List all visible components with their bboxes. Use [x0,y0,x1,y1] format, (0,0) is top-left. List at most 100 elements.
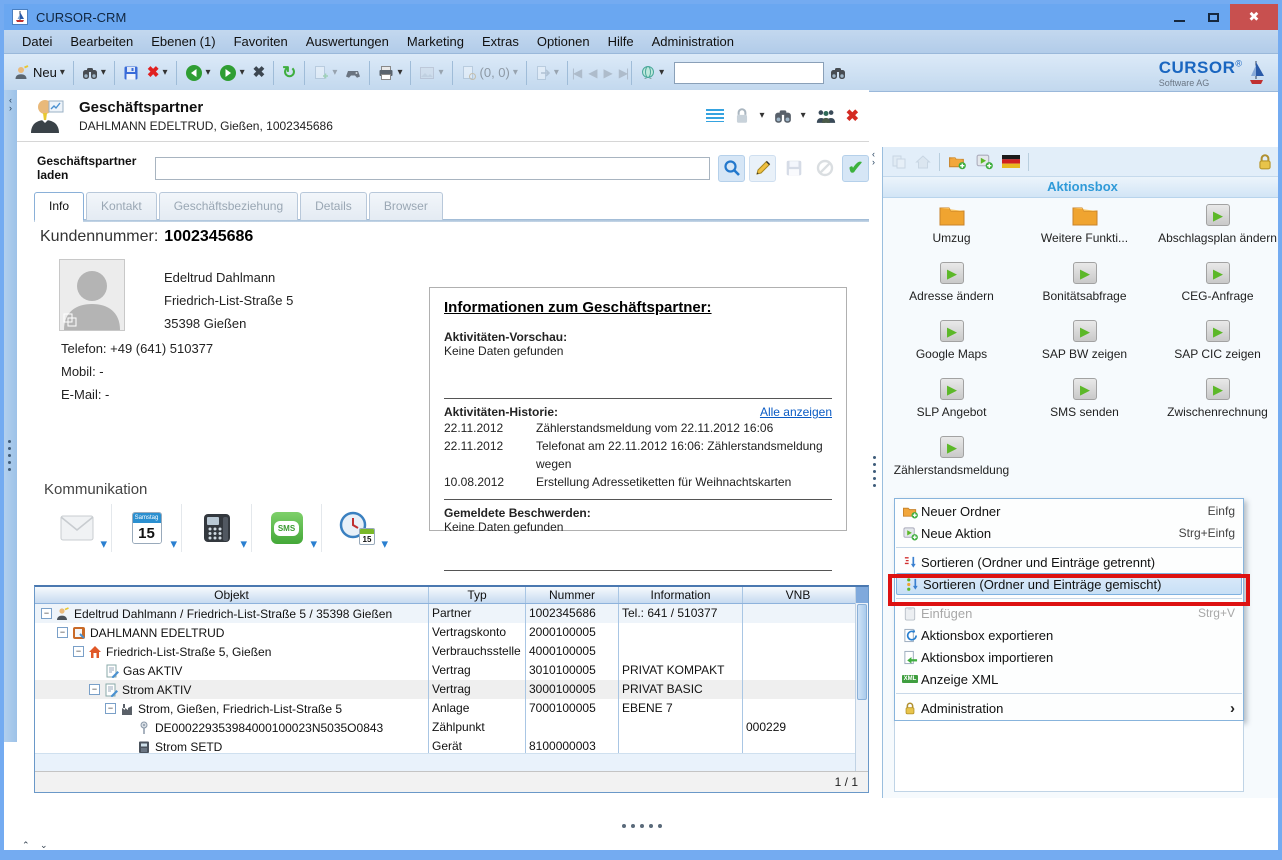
menu-item-sortieren-getrennt[interactable]: Sortieren (Ordner und Einträge getrennt) [895,551,1243,573]
menu-ebenen[interactable]: Ebenen (1) [143,31,223,52]
action-adresse-aendern[interactable]: ▶ Adresse ändern [885,262,1018,320]
tab-browser[interactable]: Browser [369,192,443,220]
table-vertical-scrollbar[interactable] [855,587,868,771]
refresh-button[interactable]: ↻ [278,59,300,87]
quicksearch-binoculars-icon[interactable] [830,65,846,81]
termin-dropdown-icon[interactable]: ▾ [170,536,177,552]
email-button[interactable]: ▾ [42,504,112,552]
col-vnb[interactable]: VNB [743,587,853,603]
clear-button[interactable]: ✖ [249,59,270,87]
search-dropdown-icon[interactable]: ▾ [101,68,106,78]
edit-button[interactable] [749,155,776,182]
list-menu-icon[interactable] [706,109,724,122]
menu-optionen[interactable]: Optionen [529,31,598,52]
quicksearch-scope-button[interactable]: ▾ [636,59,668,87]
loader-input[interactable] [155,157,711,180]
bottom-splitter-dots-icon[interactable] [622,824,662,828]
table-horizontal-scrollbar[interactable] [35,753,855,771]
back-dropdown-icon[interactable]: ▾ [206,68,211,78]
back-button[interactable]: ▾ [181,59,215,87]
col-typ[interactable]: Typ [429,587,526,603]
table-row[interactable]: DE000229353984000100023N5035O0843 Zählpu… [35,718,868,737]
telefon-dropdown-icon[interactable]: ▾ [240,536,247,552]
menu-item-anzeige-xml[interactable]: XML Anzeige XML [895,668,1243,690]
action-bonitaetsabfrage[interactable]: ▶ Bonitätsabfrage [1018,262,1151,320]
left-collapse-chevrons[interactable]: ‹› [6,96,15,112]
action-google-maps[interactable]: ▶ Google Maps [885,320,1018,378]
delete-button[interactable]: ✖ ▾ [143,59,172,87]
process-button[interactable] [341,59,365,87]
print-dropdown-icon[interactable]: ▾ [397,68,402,78]
action-sap-cic[interactable]: ▶ SAP CIC zeigen [1151,320,1282,378]
menu-administration[interactable]: Administration [644,31,742,52]
menu-item-aktionsbox-importieren[interactable]: Aktionsbox importieren [895,646,1243,668]
nav-last-icon[interactable]: ▶| [619,66,627,80]
cancel-edit-button[interactable] [811,155,838,182]
close-button[interactable]: ✖ [1230,4,1278,30]
telefon-button[interactable]: ▾ [182,504,252,552]
menu-item-aktionsbox-exportieren[interactable]: Aktionsbox exportieren [895,624,1243,646]
col-information[interactable]: Information [619,587,743,603]
action-sap-bw[interactable]: ▶ SAP BW zeigen [1018,320,1151,378]
quicksearch-dropdown-icon[interactable]: ▾ [659,68,664,78]
action-zwischenrechnung[interactable]: ▶ Zwischenrechnung [1151,378,1282,436]
scrollbar-thumb[interactable] [857,604,867,700]
collapse-expander-icon[interactable]: − [105,703,116,714]
nav-next-icon[interactable]: ▶ [604,66,611,80]
termin-button[interactable]: Samstag 15 ▾ [112,504,182,552]
collapse-expander-icon[interactable]: − [57,627,68,638]
col-nummer[interactable]: Nummer [526,587,619,603]
new-button[interactable]: Neu ▾ [10,59,69,87]
collapse-expander-icon[interactable]: − [41,608,52,619]
menu-item-neue-aktion[interactable]: Neue Aktion Strg+Einfg [895,522,1243,544]
coords-button[interactable]: (0, 0) ▾ [457,59,522,87]
home-icon[interactable] [915,154,931,170]
table-row[interactable]: − Strom, Gießen, Friedrich-List-Straße 5… [35,699,868,718]
table-row[interactable]: − Friedrich-List-Straße 5, Gießen Verbra… [35,642,868,661]
copy-entry-icon[interactable] [891,154,907,170]
export-button[interactable]: ▾ [531,59,563,87]
right-collapse-chevrons[interactable]: ‹› [872,150,875,166]
nav-first-icon[interactable]: |◀ [572,66,580,80]
new-dropdown-icon[interactable]: ▾ [60,68,65,78]
confirm-button[interactable]: ✔ [842,155,869,182]
alle-anzeigen-link[interactable]: Alle anzeigen [760,405,832,419]
action-weitere-funktionen[interactable]: Weitere Funkti... [1018,204,1151,262]
action-abschlagsplan[interactable]: ▶ Abschlagsplan ändern [1151,204,1282,262]
new-action-icon[interactable] [975,153,994,170]
header-search-dropdown-icon[interactable]: ▾ [801,111,806,121]
action-umzug[interactable]: Umzug [885,204,1018,262]
table-row[interactable]: − Strom AKTIV Vertrag 3000100005 PRIVAT … [35,680,868,699]
tab-details[interactable]: Details [300,192,367,220]
lock-dropdown-icon[interactable]: ▾ [760,111,765,121]
sms-dropdown-icon[interactable]: ▾ [310,536,317,552]
action-slp-angebot[interactable]: ▶ SLP Angebot [885,378,1018,436]
action-sms-senden[interactable]: ▶ SMS senden [1018,378,1151,436]
new-folder-icon[interactable] [948,153,967,170]
menu-item-sortieren-gemischt[interactable]: Sortieren (Ordner und Einträge gemischt) [896,573,1242,595]
menu-bearbeiten[interactable]: Bearbeiten [62,31,141,52]
new-document-button[interactable]: ▾ [309,59,341,87]
wiedervorlage-dropdown-icon[interactable]: ▾ [381,536,388,552]
wiedervorlage-button[interactable]: 15 ▾ [322,504,392,552]
people-icon[interactable] [815,108,837,124]
image-button[interactable]: ▾ [415,59,447,87]
left-splitter-bar[interactable]: ‹› [4,90,17,742]
maximize-button[interactable] [1196,4,1230,30]
table-row[interactable]: − DAHLMANN EDELTRUD Vertragskonto 200010… [35,623,868,642]
historie-row[interactable]: 10.08.2012Erstellung Adressetiketten für… [444,473,832,491]
print-button[interactable]: ▾ [374,59,406,87]
admin-lock-icon[interactable] [1256,153,1274,171]
tab-info[interactable]: Info [34,192,84,220]
menu-auswertungen[interactable]: Auswertungen [298,31,397,52]
search-button[interactable]: ▾ [78,59,110,87]
forward-button[interactable]: ▾ [215,59,249,87]
save-record-button[interactable] [780,155,807,182]
close-entity-icon[interactable]: ✖ [846,106,859,126]
right-splitter-dots-icon[interactable] [873,456,876,487]
menu-marketing[interactable]: Marketing [399,31,472,52]
minimize-button[interactable] [1162,4,1196,30]
collapse-expander-icon[interactable]: − [89,684,100,695]
menu-favoriten[interactable]: Favoriten [226,31,296,52]
quicksearch-input[interactable] [674,62,824,84]
